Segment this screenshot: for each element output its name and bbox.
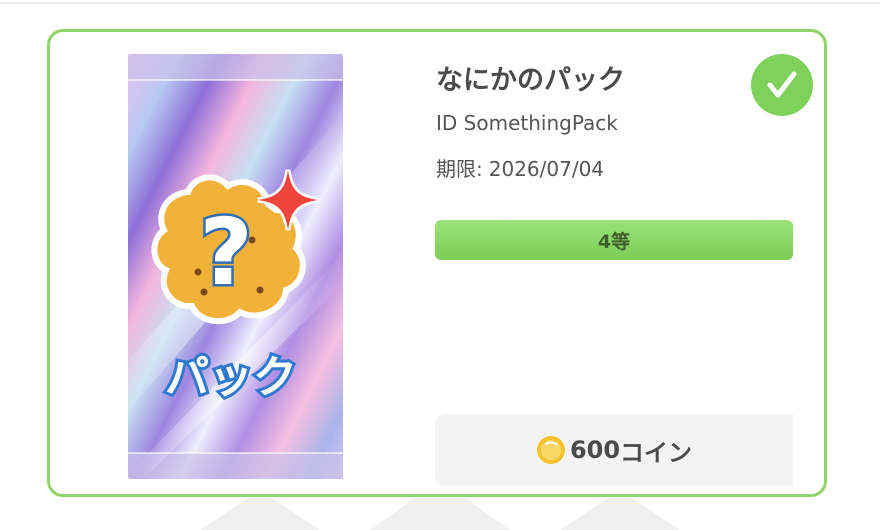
pack-title: なにかのパック (436, 65, 625, 96)
pack-image: ? パック (128, 54, 343, 479)
coin-icon (536, 436, 565, 464)
checkmark-icon (767, 71, 797, 98)
pack-image-label: パック (165, 352, 297, 403)
pack-id: ID SomethingPack (436, 111, 618, 135)
top-divider (0, 2, 880, 4)
rank-label: 4等 (597, 230, 631, 253)
price-unit: コイン (620, 438, 693, 467)
rank-badge: 4等 (435, 220, 793, 260)
expiry-row: 期限: 2026/07/04 (436, 153, 604, 182)
pack-card[interactable]: ? パック なにかのパック ID SomethingPack 期限: 2026/0… (47, 29, 827, 497)
expiry-label: 期限: (436, 157, 483, 181)
price-button[interactable]: 600 コイン (435, 414, 793, 486)
price-amount: 600 (569, 436, 621, 464)
selected-check[interactable] (751, 54, 813, 116)
svg-text:?: ? (199, 199, 252, 306)
expiry-date: 2026/07/04 (488, 157, 605, 181)
